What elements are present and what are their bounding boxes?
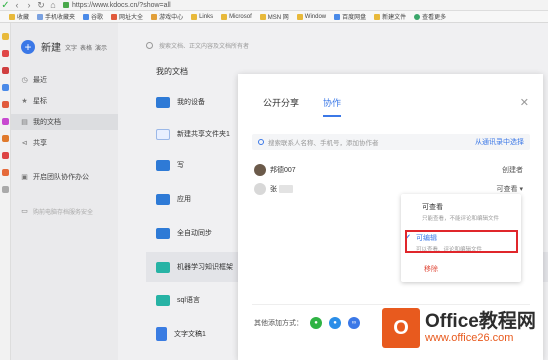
bookmarks-bar: 收藏 手机收藏夹 谷歌 网址大全 游戏中心 Links Microsof MSN… [0, 11, 548, 23]
bookmark-item[interactable]: 收藏 [9, 12, 29, 21]
member-row-owner: 邦德007 创建者 [254, 161, 529, 179]
folder-icon [156, 96, 170, 108]
refresh-icon[interactable]: ↻ [35, 0, 47, 11]
blurred-name [279, 185, 293, 193]
bookmark-item[interactable]: 百度网盘 [334, 12, 366, 21]
new-sub-options: 文字 表格 演示 [65, 43, 107, 52]
new-doc-link[interactable]: 文字 [65, 43, 77, 52]
document-icon [156, 327, 167, 341]
share-icon: ⊲ [21, 139, 28, 147]
clock-icon: ◷ [21, 76, 28, 84]
watermark-title: Office教程网 [425, 311, 536, 332]
member-name: 张 [270, 186, 277, 193]
other-add-methods: 其他添加方式： ● ● ∞ [254, 317, 360, 329]
list-heading: 我的文档 [156, 67, 188, 76]
office-watermark: O Office教程网 www.office26.com [382, 308, 536, 348]
sidebar-item-shared[interactable]: ⊲ 共享 [11, 135, 118, 151]
app-icon[interactable] [2, 186, 9, 193]
lock-icon [63, 2, 69, 8]
menu-item-remove[interactable]: 移除 [424, 264, 438, 274]
search-icon [146, 41, 153, 49]
watermark-url: www.office26.com [425, 332, 514, 344]
app-icon[interactable] [2, 169, 9, 176]
url-text: https://www.kdocs.cn/?show=all [72, 1, 171, 9]
tab-public-share[interactable]: 公开分享 [263, 96, 299, 117]
divider [252, 304, 530, 305]
address-bar[interactable]: https://www.kdocs.cn/?show=all [63, 1, 223, 10]
app-icon[interactable] [2, 84, 9, 91]
app-icon[interactable] [2, 67, 9, 74]
sidebar-item-my-docs[interactable]: ▤ 我的文档 [11, 114, 118, 130]
app-icon[interactable] [2, 101, 9, 108]
new-slides-link[interactable]: 演示 [95, 43, 107, 52]
app-icon[interactable] [2, 152, 9, 159]
member-role: 创建者 [502, 167, 523, 174]
app-icon[interactable] [2, 135, 9, 142]
browser-side-strip [0, 23, 11, 360]
doc-search-input[interactable]: 搜索文档、正文内容及文档所有者 [146, 38, 346, 52]
choose-from-contacts-link[interactable]: 从通讯录中选择 [475, 137, 524, 147]
new-sheet-link[interactable]: 表格 [80, 43, 92, 52]
forward-icon[interactable]: › [23, 0, 35, 11]
bookmark-item[interactable]: MSN 网 [259, 12, 289, 21]
home-icon[interactable]: ⌂ [47, 0, 59, 11]
link-icon[interactable]: ∞ [348, 317, 360, 329]
wechat-icon[interactable]: ● [310, 317, 322, 329]
bookmark-item[interactable]: 手机收藏夹 [37, 12, 75, 21]
office-logo-icon: O [382, 308, 420, 348]
bookmark-item[interactable]: 查看更多 [414, 12, 446, 21]
bookmark-item[interactable]: Microsof [221, 13, 252, 20]
bookmark-item[interactable]: 游戏中心 [151, 12, 183, 21]
qq-icon[interactable]: ● [329, 317, 341, 329]
new-button[interactable]: + 新建 [21, 39, 61, 54]
bookmark-item[interactable]: 谷歌 [83, 12, 103, 21]
app-icon[interactable] [2, 118, 9, 125]
team-icon: ▣ [21, 173, 28, 181]
folder-icon [156, 227, 170, 239]
mindmap-icon [156, 294, 170, 306]
permission-dropdown[interactable]: 可查看 ▾ [497, 184, 523, 194]
app-icon[interactable] [2, 33, 9, 40]
avatar [254, 183, 266, 195]
sidebar-item-recent[interactable]: ◷ 最近 [11, 72, 118, 88]
mindmap-icon [156, 261, 170, 273]
app-icon[interactable] [2, 50, 9, 57]
browser-topbar: ✓ ‹ › ↻ ⌂ https://www.kdocs.cn/?show=all [0, 0, 548, 11]
bookmark-item[interactable]: 新建文件 [374, 12, 406, 21]
sidebar-item-team[interactable]: ▣ 开启团队协作办公 [11, 169, 118, 185]
bookmark-item[interactable]: Window [296, 13, 326, 20]
shared-folder-icon [156, 128, 170, 140]
avatar [254, 164, 266, 176]
bookmark-item[interactable]: Links [191, 13, 213, 20]
close-icon[interactable]: ✕ [520, 96, 529, 109]
sidebar-item-backup[interactable]: ▭ 购前电脑存档服务安全 [11, 203, 118, 219]
folder-icon [156, 159, 170, 171]
tab-collaborate[interactable]: 协作 [323, 96, 342, 117]
plus-icon: + [21, 39, 35, 54]
collaborator-search-input[interactable]: 搜索联系人名称、手机号，添加协作者 从通讯录中选择 [252, 134, 530, 150]
folder-icon [156, 193, 170, 205]
sidebar-item-starred[interactable]: ★ 星标 [11, 93, 118, 109]
search-icon [258, 139, 264, 145]
highlight-box [405, 230, 518, 253]
disk-icon: ▭ [21, 207, 28, 215]
back-icon[interactable]: ‹ [11, 0, 23, 11]
member-name: 邦德007 [270, 167, 296, 174]
bookmark-item[interactable]: 网址大全 [111, 12, 143, 21]
doc-icon: ▤ [21, 118, 28, 126]
share-tabs: 公开分享 协作 [263, 96, 342, 117]
browser-logo-icon: ✓ [1, 0, 10, 11]
docs-sidebar: + 新建 文字 表格 演示 ◷ 最近 ★ 星标 ▤ 我的文档 ⊲ 共享 ▣ 开启团队协作办… [11, 23, 118, 360]
menu-item-view[interactable]: 可查看 只能查看，不能评论和编辑文件 [408, 202, 516, 222]
star-icon: ★ [21, 97, 28, 105]
